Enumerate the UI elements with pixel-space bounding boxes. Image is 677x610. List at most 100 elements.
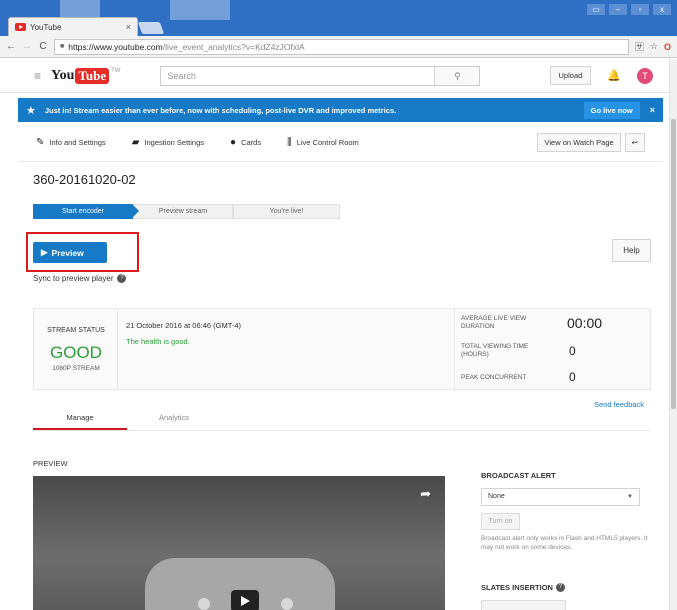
extension-icon[interactable]: O [664,42,671,52]
search-input[interactable]: Search [161,67,434,85]
chevron-down-icon: ▼ [627,494,633,500]
broadcast-alert-select[interactable]: None ▼ [481,488,640,506]
stream-status-label: STREAM STATUS [47,327,105,334]
window-maximize-button[interactable]: ▫ [631,4,649,15]
toolbar-right: View on Watch Page ↩ [537,133,645,152]
browser-tab-youtube[interactable]: YouTube × [8,17,138,36]
stream-status-summary: STREAM STATUS GOOD 1080P STREAM [34,309,118,389]
bookmark-star-icon[interactable]: ☆ [650,41,658,52]
youtube-logo[interactable]: You Tube TW [51,67,121,84]
tab-title: YouTube [30,22,62,32]
sub-tabs: Manage Analytics [33,405,651,431]
stream-status-panel: STREAM STATUS GOOD 1080P STREAM 21 Octob… [33,308,651,390]
sync-to-preview-player[interactable]: Sync to preview player ? [33,274,127,283]
tab-close-icon[interactable]: × [126,22,131,32]
banner-text: Just in! Stream easier than ever before,… [44,105,397,115]
upload-button[interactable]: Upload [549,66,592,85]
event-toolbar: ✎ Info and Settings ▰ Ingestion Settings… [18,124,663,162]
cards-button[interactable]: ● Cards [230,137,261,148]
tab-manage[interactable]: Manage [33,405,127,430]
share-back-button[interactable]: ↩ [624,133,645,152]
youtube-favicon-icon [15,23,26,31]
titlebar-decoration [170,0,230,20]
slates-title-text: SLATES INSERTION [481,583,553,592]
toolbar-label: Ingestion Settings [144,138,205,147]
page-scrollbar[interactable] [669,59,677,610]
search-box: Search ⚲ [160,65,481,86]
preview-button[interactable]: ▶ Preview [33,242,107,263]
announcement-banner: ★ Just in! Stream easier than ever befor… [18,98,663,122]
step-preview-stream: Preview stream [133,204,233,219]
reload-icon[interactable]: C [38,41,48,52]
info-and-settings-button[interactable]: ✎ Info and Settings [36,137,106,148]
window-minimize-button[interactable]: – [609,4,627,15]
stream-date: 21 October 2016 at 06:46 (GMT-4) [126,321,242,330]
new-tab-button[interactable] [137,22,165,34]
window-restore-button[interactable]: ▭ [587,4,605,15]
broadcast-alert-title: BROADCAST ALERT [481,471,556,480]
ingestion-settings-button[interactable]: ▰ Ingestion Settings [132,137,204,148]
metric-avg-view-duration: AVERAGE LIVE VIEW DURATION 00:00 [461,315,646,335]
preview-button-label: Preview [51,247,84,258]
slates-select[interactable] [481,600,566,610]
url-input[interactable]: ■ https://www.youtube.com/live_event_ana… [54,38,629,55]
back-arrow-icon[interactable]: ← [6,41,16,52]
logo-you: You [51,67,75,83]
go-live-now-button[interactable]: Go live now [583,101,640,119]
forward-arrow-icon[interactable]: → [22,41,32,52]
search-icon: ⚲ [454,70,461,81]
stream-resolution: 1080P STREAM [52,365,100,372]
stream-health-text: The health is good. [126,337,190,346]
translate-icon[interactable]: 🈂 [635,40,644,53]
address-bar: ← → C ■ https://www.youtube.com/live_eve… [0,36,677,58]
metric-total-viewing-time: TOTAL VIEWING TIME (HOURS) 0 [461,343,646,363]
live-control-room-button[interactable]: ⫼ Live Control Room [287,137,359,148]
search-button[interactable]: ⚲ [434,66,480,85]
placeholder-dot [198,598,210,610]
avatar[interactable]: T [637,67,653,84]
slates-insertion-title: SLATES INSERTION ? [481,583,565,592]
broadcast-alert-note: Broadcast alert only works in Flash and … [481,535,648,551]
share-arrow-icon[interactable]: ➦ [420,486,431,502]
lock-icon: ■ [60,43,65,50]
question-icon[interactable]: ? [117,274,127,283]
banner-close-icon[interactable]: × [650,105,655,115]
play-button-icon[interactable] [231,590,259,610]
sync-label: Sync to preview player [33,274,114,283]
preview-video-player[interactable]: ➦ [33,476,445,610]
help-button[interactable]: Help [612,239,651,262]
play-icon: ▶ [41,247,48,257]
stream-status-value: GOOD [50,343,102,362]
step-you-are-live: You're live! [233,204,340,219]
view-on-watch-page-button[interactable]: View on Watch Page [537,133,621,152]
metric-value: 0 [569,344,576,358]
url-host: https://www.youtube.com [68,41,163,52]
toolbar-label: Info and Settings [49,138,106,147]
metric-peak-concurrent: PEAK CONCURRENT 0 [461,370,646,385]
menu-icon[interactable]: ≡ [34,69,41,83]
scrollbar-thumb[interactable] [671,119,676,409]
metric-label: PEAK CONCURRENT [461,374,527,381]
url-path: /live_event_analytics?v=KdZ4zJOfxlA [162,41,305,52]
metric-value: 0 [569,370,576,384]
stream-health-info: 21 October 2016 at 06:46 (GMT-4) The hea… [126,321,241,346]
window-close-button[interactable]: x [653,4,671,15]
stream-steps: Start encoder Preview stream You're live… [33,204,340,219]
turn-on-button[interactable]: Turn on [481,513,520,530]
window-controls: ▭ – ▫ x [587,4,671,15]
logo-tube: Tube [75,67,110,84]
youtube-masthead: ≡ You Tube TW Search ⚲ Upload 🔔 T [0,59,677,93]
camera-icon: ▰ [131,137,140,148]
preview-section-label: PREVIEW [33,459,68,468]
page-title: 360-20161020-02 [33,172,136,187]
tab-analytics[interactable]: Analytics [127,405,221,430]
sliders-icon: ⫼ [287,137,292,148]
browser-titlebar: YouTube × ▭ – ▫ x [0,0,677,36]
logo-region: TW [111,67,121,74]
star-icon: ★ [26,104,36,117]
question-icon[interactable]: ? [555,583,565,592]
toolbar-label: Cards [241,138,262,147]
stream-metrics: AVERAGE LIVE VIEW DURATION 00:00 TOTAL V… [454,309,651,389]
notifications-bell-icon[interactable]: 🔔 [607,69,621,82]
step-start-encoder: Start encoder [33,204,139,219]
